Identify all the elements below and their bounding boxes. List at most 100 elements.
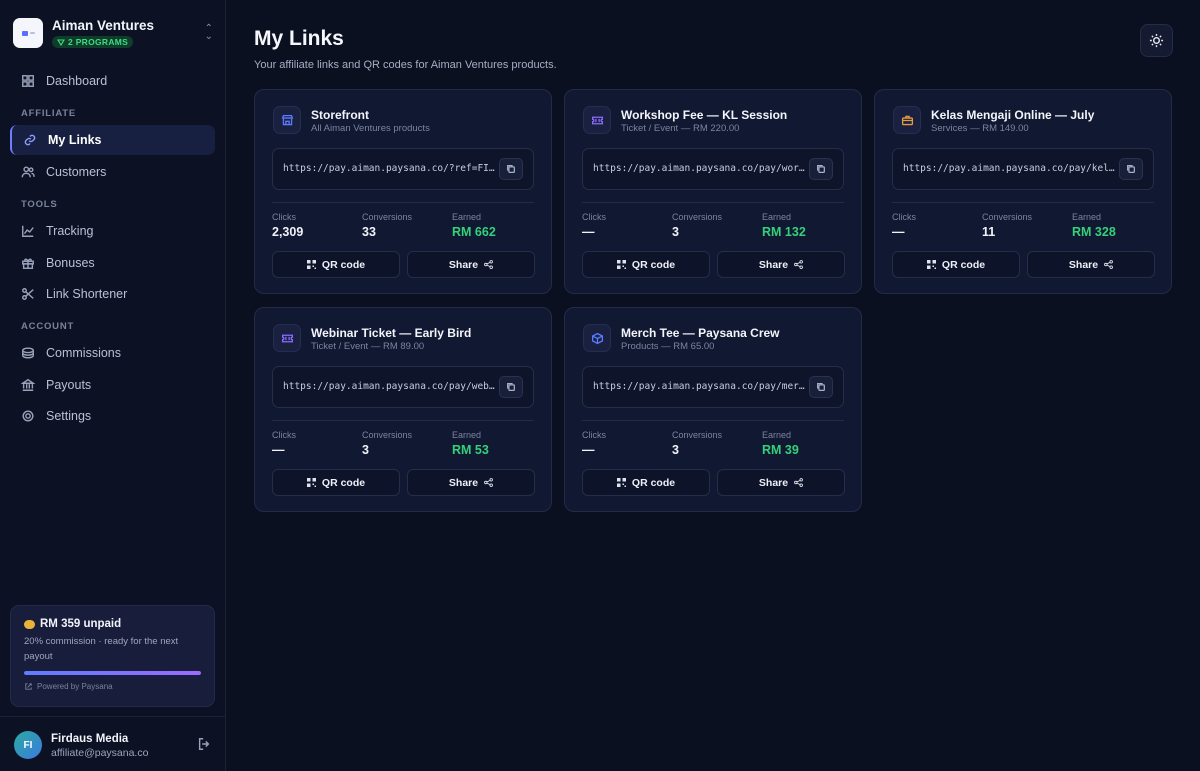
avatar[interactable]: FI [14,731,42,759]
logout-icon[interactable] [197,737,211,754]
nav-settings[interactable]: Settings [10,401,215,431]
earned-value: RM 39 [762,443,799,457]
ticket-icon [583,106,611,134]
sun-icon [1149,33,1164,48]
qr-icon [306,478,316,487]
qr-code-button[interactable]: QR code [892,251,1020,278]
copy-button[interactable] [809,376,833,398]
copy-icon [507,383,515,391]
nav-customers-label: Customers [46,165,107,179]
link-icon [22,132,38,148]
grid-icon [20,73,36,89]
divider [272,420,534,421]
card-subtitle: Ticket / Event — RM 89.00 [311,341,425,352]
earned-stat: Earned RM 39 [762,430,799,457]
clicks-value: — [582,225,595,239]
share-icon [484,260,494,269]
copy-button[interactable] [1119,158,1143,180]
nav-my-links[interactable]: My Links [10,125,215,155]
store-icon [273,106,301,134]
earned-value: RM 662 [452,225,496,239]
payout-progress [24,671,201,675]
qr-code-label: QR code [321,258,366,271]
clicks-stat: Clicks — [582,212,606,239]
clicks-label: Clicks [582,430,606,440]
external-link-icon [25,683,32,690]
box-icon [583,324,611,352]
link-url: https://pay.aiman.paysana.co/pay/webinar… [283,381,495,392]
nav-customers[interactable]: Customers [10,157,215,187]
copy-button[interactable] [809,158,833,180]
conversions-stat: Conversions 3 [672,430,722,457]
powered-by[interactable]: Powered by Paysana [24,682,201,691]
conversions-stat: Conversions 3 [672,212,722,239]
clicks-stat: Clicks — [272,430,296,457]
nav-payouts[interactable]: Payouts [10,370,215,400]
user-email: affiliate@paysana.co [51,747,149,759]
bank-icon [20,377,36,393]
section-affiliate: AFFILIATE [21,108,77,119]
share-button[interactable]: Share [407,469,535,496]
link-url-field[interactable]: https://pay.aiman.paysana.co/pay/worksho… [582,148,844,190]
qr-code-button[interactable]: QR code [582,469,710,496]
qr-code-button[interactable]: QR code [582,251,710,278]
nav-tracking[interactable]: Tracking [10,216,215,246]
share-button[interactable]: Share [407,251,535,278]
earned-value: RM 328 [1072,225,1116,239]
link-url-field[interactable]: https://pay.aiman.paysana.co/pay/merch-t… [582,366,844,408]
ticket-icon [273,324,301,352]
link-url-field[interactable]: https://pay.aiman.paysana.co/?ref=FIRDAU… [272,148,534,190]
link-url: https://pay.aiman.paysana.co/?ref=FIRDAU… [283,163,495,174]
earned-label: Earned [452,212,482,222]
qr-code-button[interactable]: QR code [272,251,400,278]
programs-badge: 2 PROGRAMS [52,36,134,48]
share-button[interactable]: Share [717,469,845,496]
section-tools: TOOLS [21,199,58,210]
copy-button[interactable] [499,376,523,398]
conversions-label: Conversions [672,430,723,440]
qr-code-label: QR code [631,258,676,271]
share-button[interactable]: Share [1027,251,1155,278]
card-title: Storefront [311,108,369,122]
scissors-icon [20,286,36,302]
conversions-stat: Conversions 11 [982,212,1032,239]
unpaid-card: RM 359 unpaid 20% commission · ready for… [10,605,215,707]
org-switcher[interactable]: Aiman Ventures 2 PROGRAMS ⌃ ⌄ [13,17,213,49]
link-url: https://pay.aiman.paysana.co/pay/merch-t… [593,381,805,392]
clicks-label: Clicks [582,212,606,222]
nav-settings-label: Settings [46,409,92,423]
clicks-stat: Clicks — [892,212,916,239]
share-icon [1104,260,1114,269]
conversions-value: 11 [982,225,996,239]
conversions-value: 3 [672,443,679,457]
nav-dashboard[interactable]: Dashboard [10,66,215,96]
theme-toggle-button[interactable] [1140,24,1173,57]
link-card: Merch Tee — Paysana Crew Products — RM 6… [564,307,862,512]
gift-icon [20,255,36,271]
qr-code-button[interactable]: QR code [272,469,400,496]
card-title: Workshop Fee — KL Session [621,108,788,122]
link-card: Storefront All Aiman Ventures products h… [254,89,552,294]
unpaid-subtitle: 20% commission · ready for the next payo… [24,636,179,662]
nav-commissions[interactable]: Commissions [10,338,215,368]
clicks-value: 2,309 [272,225,304,239]
earned-label: Earned [762,212,792,222]
link-url-field[interactable]: https://pay.aiman.paysana.co/pay/kelas-m… [892,148,1154,190]
clicks-stat: Clicks 2,309 [272,212,303,239]
conversions-value: 3 [362,443,369,457]
chevron-updown-icon: ⌃ ⌄ [204,23,213,42]
qr-icon [926,260,936,269]
card-title: Merch Tee — Paysana Crew [621,326,780,340]
link-url-field[interactable]: https://pay.aiman.paysana.co/pay/webinar… [272,366,534,408]
nav-bonuses[interactable]: Bonuses [10,248,215,278]
share-icon [484,478,494,487]
share-button[interactable]: Share [717,251,845,278]
link-url: https://pay.aiman.paysana.co/pay/worksho… [593,163,805,174]
divider [582,420,844,421]
card-title: Webinar Ticket — Early Bird [311,326,472,340]
nav-payouts-label: Payouts [46,378,92,392]
conversions-value: 33 [362,225,376,239]
nav-link-shortener[interactable]: Link Shortener [10,279,215,309]
conversions-label: Conversions [672,212,723,222]
copy-button[interactable] [499,158,523,180]
